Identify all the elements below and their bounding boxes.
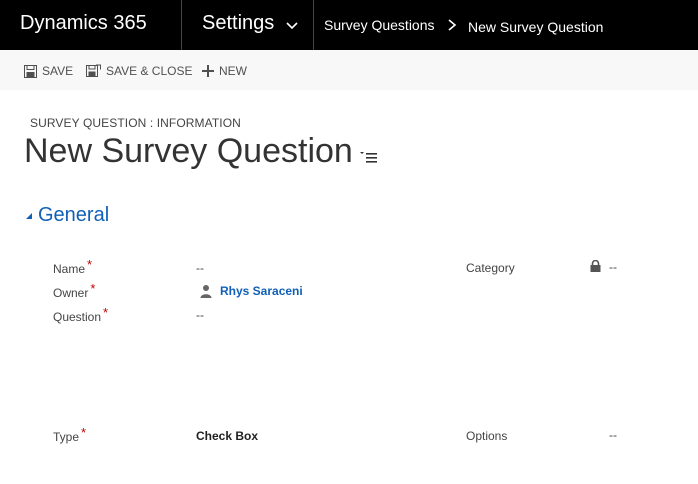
field-type-value[interactable]: Check Box: [196, 429, 258, 443]
field-category-value[interactable]: --: [609, 260, 617, 274]
triangle-collapse-icon: [26, 212, 32, 219]
label-text: Owner: [53, 286, 89, 300]
page-title: New Survey Question: [24, 132, 353, 170]
breadcrumb-new-survey-question[interactable]: New Survey Question: [468, 19, 603, 35]
form-selector[interactable]: SURVEY QUESTION : INFORMATION: [30, 116, 241, 130]
required-marker: *: [81, 425, 87, 440]
chevron-right-icon: [448, 19, 457, 31]
field-owner-value[interactable]: Rhys Saraceni: [200, 284, 303, 298]
save-button[interactable]: SAVE: [24, 62, 73, 80]
nav-divider: [181, 0, 182, 50]
label-text: Question: [53, 310, 102, 324]
new-label: NEW: [219, 64, 247, 78]
app-brand[interactable]: Dynamics 365: [20, 12, 147, 35]
required-marker: *: [87, 257, 93, 272]
lock-icon: [590, 260, 601, 272]
plus-icon: [202, 65, 214, 77]
field-name-value[interactable]: --: [196, 261, 204, 275]
command-bar: SAVE SAVE & CLOSE NEW: [0, 50, 698, 90]
chevron-down-icon[interactable]: [285, 18, 299, 32]
field-owner-label: Owner *: [53, 281, 95, 300]
save-close-button[interactable]: SAVE & CLOSE: [86, 62, 192, 80]
field-question-label: Question *: [53, 305, 108, 324]
new-button[interactable]: NEW: [202, 62, 247, 80]
field-question-value[interactable]: --: [196, 308, 204, 322]
top-nav-bar: Dynamics 365 Settings Survey Questions N…: [0, 0, 698, 50]
field-name-label: Name *: [53, 257, 92, 276]
required-marker: *: [103, 305, 109, 320]
owner-link[interactable]: Rhys Saraceni: [220, 284, 303, 298]
area-settings-menu[interactable]: Settings: [202, 12, 274, 35]
save-close-icon: [86, 64, 101, 77]
list-menu-icon[interactable]: [360, 150, 378, 164]
user-icon: [200, 285, 212, 298]
label-text: Type: [53, 430, 80, 444]
field-options-value[interactable]: --: [609, 428, 617, 442]
label-text: Name: [53, 262, 86, 276]
field-type-label: Type *: [53, 425, 86, 444]
save-icon: [24, 64, 37, 78]
breadcrumb-survey-questions[interactable]: Survey Questions: [324, 17, 435, 33]
section-general-header[interactable]: General: [25, 204, 109, 227]
required-marker: *: [90, 281, 96, 296]
save-close-label: SAVE & CLOSE: [106, 64, 193, 78]
field-options-label: Options: [466, 429, 508, 443]
field-category-label: Category: [466, 261, 515, 275]
nav-divider: [313, 0, 314, 50]
save-label: SAVE: [42, 64, 74, 78]
section-title: General: [38, 204, 110, 226]
